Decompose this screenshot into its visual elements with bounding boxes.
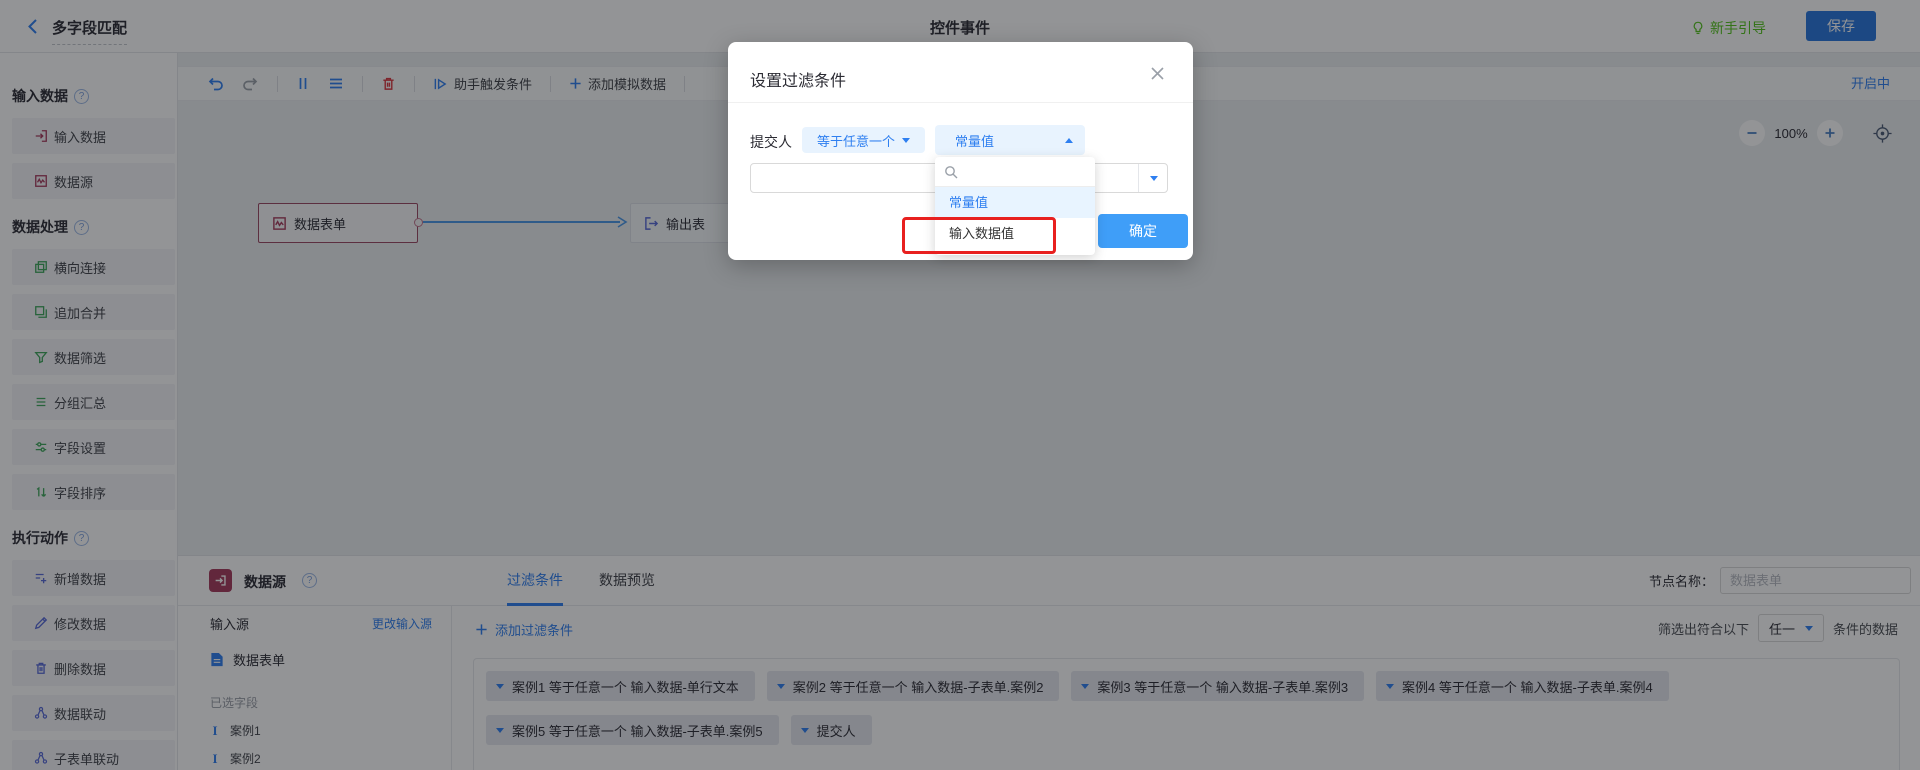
modal-title: 设置过滤条件	[750, 67, 846, 91]
caret-down-icon[interactable]	[1150, 176, 1158, 181]
confirm-button[interactable]: 确定	[1098, 214, 1188, 248]
option-constant-value[interactable]: 常量值	[935, 187, 1095, 218]
modal-field-label: 提交人	[750, 132, 792, 152]
close-icon[interactable]	[1150, 66, 1165, 81]
caret-up-icon	[1065, 138, 1073, 143]
operator-select[interactable]: 等于任意一个	[802, 127, 925, 153]
filter-condition-modal: 设置过滤条件 提交人 等于任意一个 常量值 常量值 输入数据值 确定	[728, 42, 1193, 260]
search-icon	[944, 165, 958, 179]
value-type-dropdown: 常量值 输入数据值	[935, 157, 1095, 255]
option-input-data-value[interactable]: 输入数据值	[935, 218, 1095, 249]
search-input[interactable]	[963, 160, 1089, 184]
value-type-select[interactable]: 常量值	[935, 125, 1085, 155]
caret-down-icon	[902, 138, 910, 143]
dropdown-search	[935, 157, 1095, 187]
